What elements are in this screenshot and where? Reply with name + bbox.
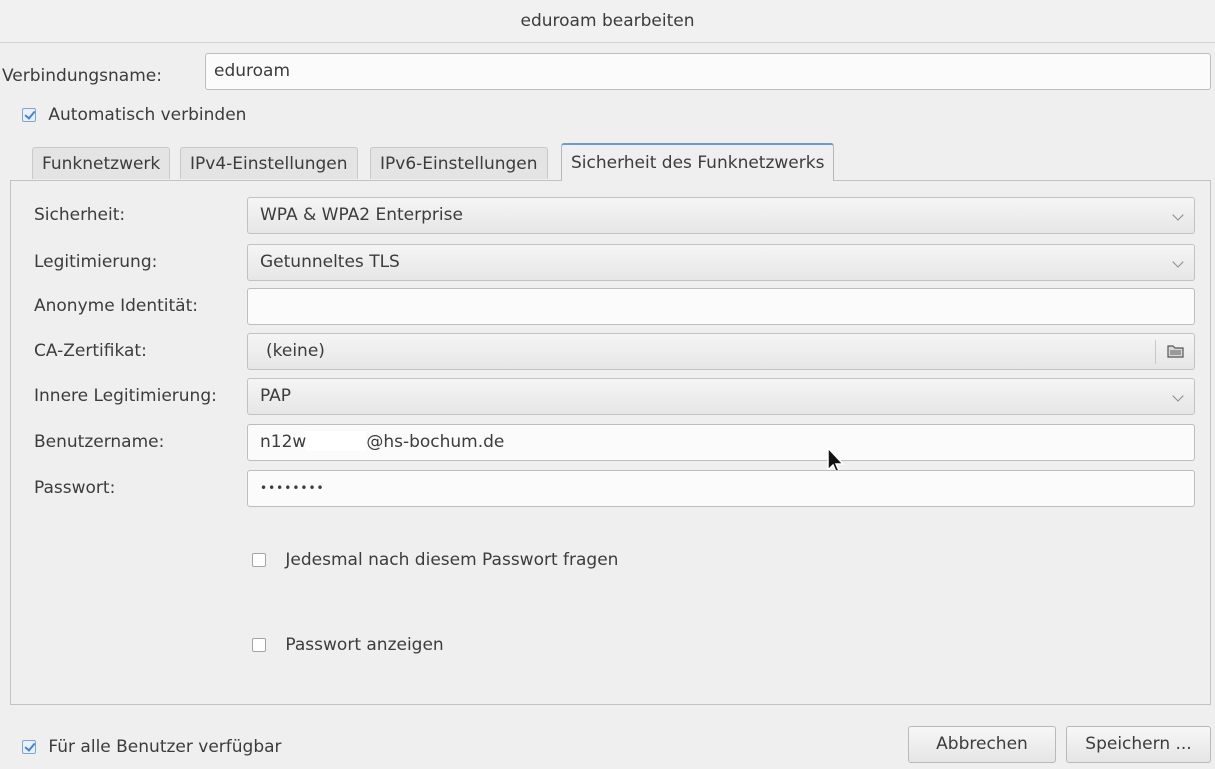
cancel-button[interactable]: Abbrechen (908, 726, 1056, 763)
inner-auth-select[interactable]: PAP (247, 378, 1195, 415)
show-password-check-icon[interactable] (252, 638, 266, 652)
autoconnect-check-icon[interactable] (22, 108, 36, 122)
ca-cert-chooser[interactable]: (keine) (247, 333, 1195, 370)
window-title: eduroam bearbeiten (0, 0, 1215, 43)
inner-auth-label: Innere Legitimierung: (34, 386, 217, 406)
ask-password-checkbox[interactable]: Jedesmal nach diesem Passwort fragen (252, 549, 618, 571)
save-button[interactable]: Speichern ... (1066, 726, 1211, 763)
chevron-down-icon (1172, 256, 1184, 268)
connection-name-label: Verbindungsname: (2, 66, 162, 86)
chevron-down-icon (1172, 209, 1184, 221)
ca-cert-value: (keine) (266, 341, 325, 361)
username-suffix: @hs-bochum.de (366, 432, 505, 452)
anon-identity-label: Anonyme Identität: (34, 296, 198, 316)
auth-select[interactable]: Getunneltes TLS (247, 244, 1195, 281)
tab-wireless-security[interactable]: Sicherheit des Funknetzwerks (561, 143, 835, 181)
show-password-checkbox[interactable]: Passwort anzeigen (252, 634, 444, 656)
anon-identity-input[interactable] (247, 288, 1195, 325)
auth-label: Legitimierung: (34, 252, 158, 272)
all-users-label: Für alle Benutzer verfügbar (48, 737, 282, 757)
password-input[interactable]: •••••••• (247, 470, 1195, 507)
auth-select-value: Getunneltes TLS (260, 252, 400, 272)
ca-cert-label: CA-Zertifikat: (34, 341, 147, 361)
security-label: Sicherheit: (34, 205, 126, 225)
inner-auth-value: PAP (260, 386, 292, 406)
tab-funknetzwerk[interactable]: Funknetzwerk (32, 147, 171, 179)
connection-name-input[interactable]: eduroam (205, 53, 1211, 90)
redaction-block (306, 431, 367, 451)
tab-ipv4[interactable]: IPv4-Einstellungen (180, 147, 358, 179)
show-password-label: Passwort anzeigen (285, 635, 444, 655)
chevron-down-icon (1172, 390, 1184, 402)
ask-password-check-icon[interactable] (252, 553, 266, 567)
security-select[interactable]: WPA & WPA2 Enterprise (247, 197, 1195, 234)
username-prefix: n12w (260, 432, 307, 452)
autoconnect-checkbox[interactable]: Automatisch verbinden (22, 104, 246, 126)
ask-password-label: Jedesmal nach diesem Passwort fragen (285, 550, 619, 570)
username-label: Benutzername: (34, 432, 165, 452)
autoconnect-label: Automatisch verbinden (48, 105, 247, 125)
tab-ipv6[interactable]: IPv6-Einstellungen (370, 147, 548, 179)
all-users-check-icon[interactable] (22, 740, 36, 754)
all-users-checkbox[interactable]: Für alle Benutzer verfügbar (22, 736, 282, 758)
security-select-value: WPA & WPA2 Enterprise (260, 205, 463, 225)
password-label: Passwort: (34, 478, 116, 498)
folder-icon[interactable] (1167, 343, 1184, 358)
username-input[interactable]: n12w @hs-bochum.de (247, 424, 1195, 461)
